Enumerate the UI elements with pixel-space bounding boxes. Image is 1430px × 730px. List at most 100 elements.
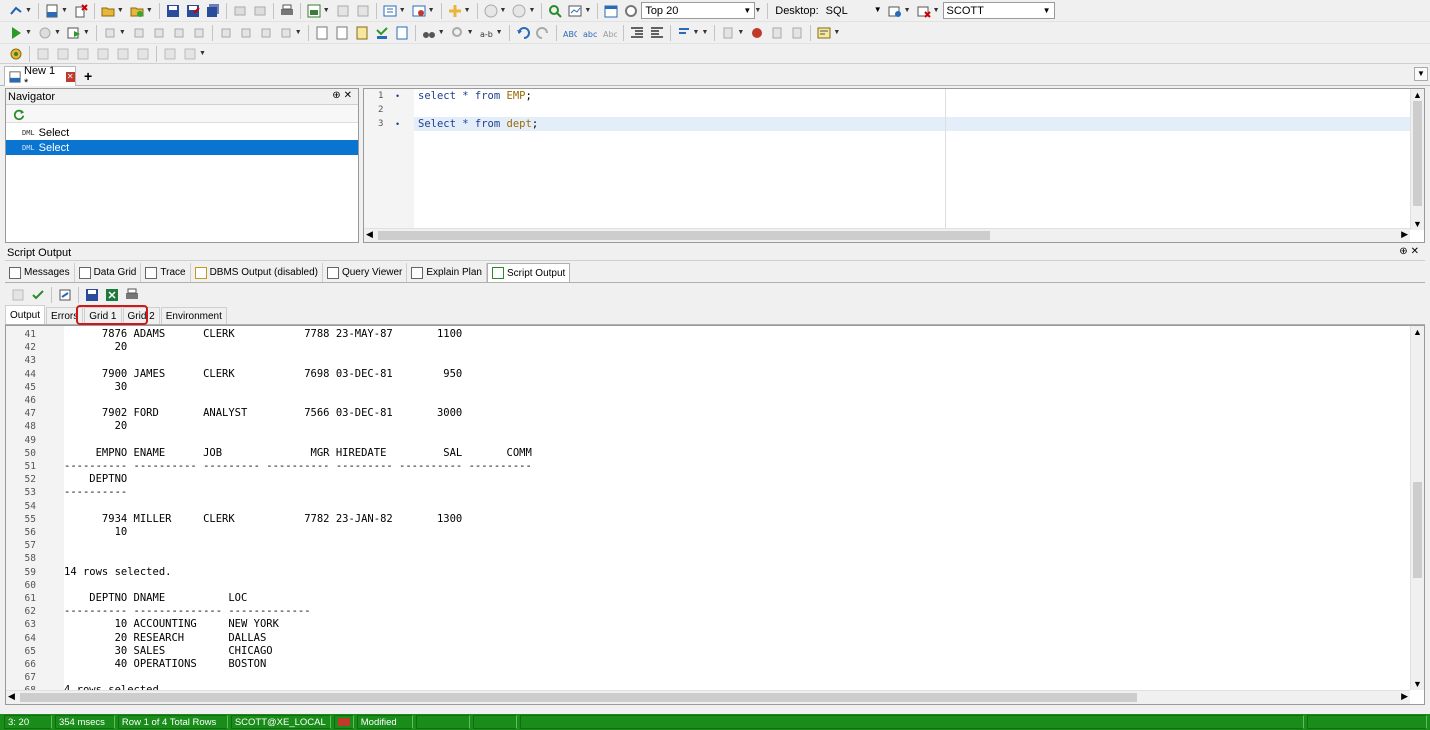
zoom-disabled-icon[interactable]: [450, 25, 466, 41]
navigator-item-selected[interactable]: DML Select: [6, 140, 358, 155]
output-vertical-scrollbar[interactable]: ▲ ▼: [1410, 326, 1424, 690]
disabled-tool-icon[interactable]: [95, 46, 111, 62]
paste-disabled-icon[interactable]: [355, 3, 371, 19]
compile-disabled-icon[interactable]: [218, 25, 234, 41]
scroll-thumb[interactable]: [378, 231, 990, 240]
panel-controls[interactable]: ⊕✕: [1399, 246, 1422, 257]
xml-export-icon[interactable]: [306, 3, 322, 19]
close-tab-icon[interactable]: ✕: [65, 71, 75, 82]
bookmark-prev-disabled-icon[interactable]: [789, 25, 805, 41]
top-rows-combo[interactable]: Top 20 ▼: [641, 2, 756, 19]
subtab-output[interactable]: Output: [5, 305, 46, 324]
execute-icon[interactable]: [8, 25, 24, 41]
tab-dbms-output[interactable]: DBMS Output (disabled): [191, 263, 323, 282]
save-as-icon[interactable]: [185, 3, 201, 19]
scroll-right-icon[interactable]: ▶: [1401, 229, 1408, 240]
scroll-thumb[interactable]: [1413, 101, 1422, 206]
commit-disabled-icon[interactable]: [238, 25, 254, 41]
copy-disabled-icon[interactable]: [335, 3, 351, 19]
run-script-icon[interactable]: [382, 3, 398, 19]
new-tab-button[interactable]: +: [84, 68, 92, 84]
tab-list-chevron-icon[interactable]: ▼: [1414, 67, 1428, 81]
tab-explain-plan[interactable]: Explain Plan: [407, 263, 487, 282]
stop-disabled-icon[interactable]: [37, 25, 53, 41]
bookmark-disabled-icon[interactable]: [720, 25, 736, 41]
scroll-down-icon[interactable]: ▼: [1411, 678, 1424, 690]
autotrace-icon[interactable]: [394, 25, 410, 41]
open-recent-icon[interactable]: [129, 3, 145, 19]
disabled-tool-icon[interactable]: [10, 287, 26, 303]
step-over-disabled-icon[interactable]: [151, 25, 167, 41]
editor-vertical-scrollbar[interactable]: ▲ ▼: [1410, 89, 1424, 230]
disabled-tool-icon[interactable]: [75, 46, 91, 62]
script-output-text[interactable]: 41 7876 ADAMS CLERK 7788 23-MAY-87 1100 4…: [5, 325, 1425, 705]
save-output-icon[interactable]: [84, 287, 100, 303]
binoculars-icon[interactable]: [421, 25, 437, 41]
disabled-tool-icon[interactable]: [115, 46, 131, 62]
code-template-icon[interactable]: [816, 25, 832, 41]
tab-trace[interactable]: Trace: [141, 263, 191, 282]
disabled-tool-icon[interactable]: [55, 46, 71, 62]
refresh-icon[interactable]: [13, 108, 25, 120]
clear-output-icon[interactable]: [57, 287, 73, 303]
save-all-icon[interactable]: [205, 3, 221, 19]
scroll-up-icon[interactable]: ▲: [1411, 326, 1424, 338]
connect-icon[interactable]: [8, 3, 24, 19]
bookmark-next-disabled-icon[interactable]: [769, 25, 785, 41]
fetch-rows-icon[interactable]: [623, 3, 639, 19]
execute-script-icon[interactable]: [66, 25, 82, 41]
save-icon[interactable]: [165, 3, 181, 19]
comment-icon[interactable]: [676, 25, 692, 41]
editor-horizontal-scrollbar[interactable]: ◀ ▶: [364, 228, 1410, 242]
transaction-disabled-icon[interactable]: [278, 25, 294, 41]
scroll-up-icon[interactable]: ▲: [1411, 89, 1424, 101]
indent-icon[interactable]: [629, 25, 645, 41]
tab-script-output[interactable]: Script Output: [486, 263, 571, 282]
panel-controls[interactable]: ⊕✕: [332, 90, 355, 101]
replace-icon[interactable]: a-b: [479, 25, 495, 41]
scroll-left-icon[interactable]: ◀: [366, 229, 373, 240]
scroll-right-icon[interactable]: ▶: [1401, 691, 1408, 702]
disabled-tool-icon[interactable]: [182, 46, 198, 62]
excel-export-icon[interactable]: [104, 287, 120, 303]
lowercase-icon[interactable]: abc: [582, 25, 598, 41]
tab-data-grid[interactable]: Data Grid: [75, 263, 142, 282]
print-icon[interactable]: [279, 3, 295, 19]
breakpoint-disabled-icon[interactable]: [191, 25, 207, 41]
tab-messages[interactable]: Messages: [5, 263, 75, 282]
output-horizontal-scrollbar[interactable]: ◀ ▶: [6, 690, 1410, 704]
gear-icon[interactable]: [8, 46, 24, 62]
describe-icon[interactable]: [314, 25, 330, 41]
disconnect-icon[interactable]: [916, 3, 932, 19]
forward-disabled-icon[interactable]: [511, 3, 527, 19]
sql-tuning-icon[interactable]: [567, 3, 583, 19]
scroll-down-icon[interactable]: ▼: [1411, 218, 1424, 230]
redo-disabled-icon[interactable]: [252, 3, 268, 19]
new-sql-icon[interactable]: [44, 3, 60, 19]
tab-new-1[interactable]: New 1 * ✕: [4, 65, 76, 89]
explain-icon[interactable]: [411, 3, 427, 19]
outdent-icon[interactable]: [649, 25, 665, 41]
sql-editor[interactable]: 1 • 2 3 • select * from EMP; Select * fr…: [363, 88, 1425, 243]
back-disabled-icon[interactable]: [483, 3, 499, 19]
explain-plan-icon[interactable]: [374, 25, 390, 41]
initcap-disabled-icon[interactable]: Abc: [602, 25, 618, 41]
calendar-icon[interactable]: [603, 3, 619, 19]
print-output-icon[interactable]: [124, 287, 140, 303]
query-builder-icon[interactable]: [334, 25, 350, 41]
subtab-environment[interactable]: Environment: [160, 307, 227, 324]
disabled-tool-icon[interactable]: [35, 46, 51, 62]
navigator-item[interactable]: DML Select: [6, 125, 358, 140]
schema-combo[interactable]: SCOTT ▼: [942, 2, 1055, 19]
redo-icon[interactable]: [535, 25, 551, 41]
format-icon[interactable]: [447, 3, 463, 19]
scroll-thumb[interactable]: [1413, 482, 1422, 578]
step-out-disabled-icon[interactable]: [171, 25, 187, 41]
debug-disabled-icon[interactable]: [102, 25, 118, 41]
scroll-left-icon[interactable]: ◀: [8, 691, 15, 702]
step-disabled-icon[interactable]: [131, 25, 147, 41]
scroll-thumb[interactable]: [20, 693, 1137, 702]
undo-disabled-icon[interactable]: [232, 3, 248, 19]
tab-query-viewer[interactable]: Query Viewer: [323, 263, 408, 282]
uppercase-icon[interactable]: ABC: [562, 25, 578, 41]
